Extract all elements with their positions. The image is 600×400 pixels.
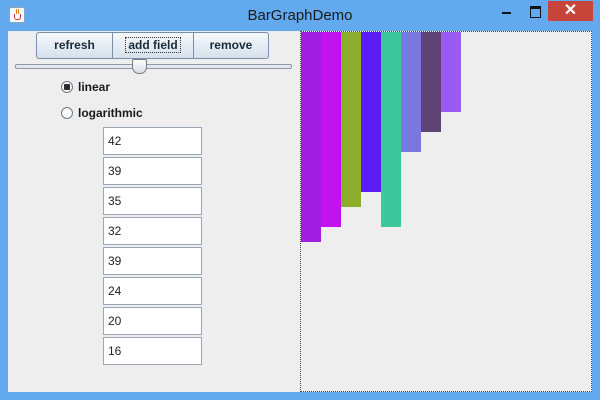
bar-2 <box>321 32 341 227</box>
value-field-1[interactable] <box>103 127 202 155</box>
remove-button[interactable]: remove <box>193 32 269 59</box>
value-field-2[interactable] <box>103 157 202 185</box>
value-fields <box>103 127 202 367</box>
linear-label: linear <box>78 80 111 94</box>
value-field-3[interactable] <box>103 187 202 215</box>
bar-graph-panel <box>300 31 592 392</box>
value-field-8[interactable] <box>103 337 202 365</box>
bar-6 <box>401 32 421 152</box>
bar-7 <box>421 32 441 132</box>
value-field-5[interactable] <box>103 247 202 275</box>
bar-5 <box>381 32 401 227</box>
value-field-6[interactable] <box>103 277 202 305</box>
linear-radio[interactable] <box>61 81 73 93</box>
add-field-button[interactable]: add field <box>112 32 194 59</box>
linear-option[interactable]: linear <box>61 79 110 95</box>
add-field-label: add field <box>125 37 181 53</box>
scale-slider-track[interactable] <box>15 64 292 69</box>
bar-3 <box>341 32 361 207</box>
bar-1 <box>301 32 321 242</box>
scale-slider-thumb[interactable] <box>132 59 148 74</box>
close-button[interactable]: ✕ <box>548 1 593 21</box>
bar-4 <box>361 32 381 192</box>
value-field-4[interactable] <box>103 217 202 245</box>
value-field-7[interactable] <box>103 307 202 335</box>
refresh-button[interactable]: refresh <box>36 32 113 59</box>
bar-8 <box>441 32 461 112</box>
window-content: refresh add field remove linear logarith… <box>8 31 592 392</box>
logarithmic-label: logarithmic <box>78 106 143 120</box>
minimize-button[interactable] <box>492 1 521 21</box>
title-bar: BarGraphDemo ✕ <box>0 0 600 31</box>
logarithmic-option[interactable]: logarithmic <box>61 105 143 121</box>
logarithmic-radio[interactable] <box>61 107 73 119</box>
maximize-button[interactable] <box>521 1 548 21</box>
